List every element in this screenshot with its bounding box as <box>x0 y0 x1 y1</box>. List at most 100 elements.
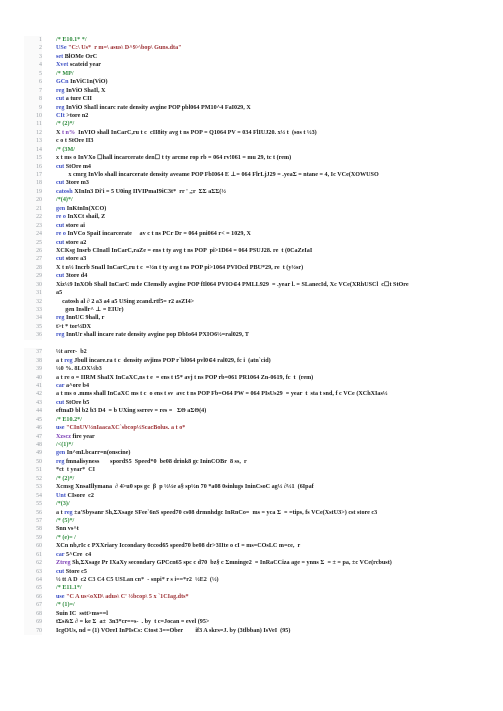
line-content[interactable]: cut store a3 <box>56 255 86 263</box>
line-content[interactable]: reg InViO ShaIl incarc rate density avgi… <box>56 104 251 112</box>
code-line[interactable]: 31 a5 <box>0 289 503 298</box>
code-line[interactable]: 20 /*(4)*/ <box>0 196 503 205</box>
line-content[interactable]: catosh XInIn3 Di'i = 5 U0ing IIVIPmaI9iC… <box>56 188 226 196</box>
line-content[interactable]: /* (3M/ <box>56 146 75 154</box>
line-content[interactable]: Xcmsg XnsaIllymana ∂ 4>u0 sps gc β p ½½e… <box>56 483 314 491</box>
line-content[interactable]: use "CInUV½nIaacaXC`sbcop½ScacBolus. a t… <box>56 424 185 432</box>
line-content[interactable]: cut a ture CII <box>56 95 92 103</box>
code-line[interactable]: 1 /* E10.1* */ <box>0 36 503 45</box>
code-line[interactable]: 25 cut store a2 <box>0 238 503 247</box>
code-line[interactable]: 10 CIt >tore n2 <box>0 111 503 121</box>
line-content[interactable]: Snn vs^t <box>56 525 79 533</box>
code-line[interactable] <box>0 340 503 348</box>
code-line[interactable]: 66 use "C A us<oXD\ adus\ C' ½bcop\ 5 x `… <box>0 592 503 602</box>
line-content[interactable]: *ct t year* CI <box>56 466 95 474</box>
line-content[interactable]: ½ tt A D c2 C3 C4 C5 USLan cn* - snpi* r… <box>56 576 219 584</box>
code-line[interactable]: 50 reg fmnalisyness spordS5 Speed*0 be08 … <box>0 457 503 467</box>
code-lines-container[interactable]: 1 /* E10.1* */ 2 USe "C:\ Us* r m=\ asus\ D… <box>0 36 503 636</box>
line-content[interactable]: x t ms o InVXo ☐hall incarcerate den☐ t … <box>56 154 291 162</box>
code-line[interactable]: 14 /* (3M/ <box>0 145 503 155</box>
line-content[interactable]: car 5^Cre c4 <box>56 551 91 559</box>
code-line[interactable]: 58 Snn vs^t <box>0 525 503 534</box>
line-content[interactable]: /* (5)*/ <box>56 517 74 525</box>
code-line[interactable]: 70 IcgOUs, nd = (1) VOreI InPIsCs: Ctost … <box>0 626 503 636</box>
line-content[interactable]: ½0 %. 8LOX½b3 <box>56 365 102 373</box>
line-content[interactable]: gen InKtnIn(XCO) <box>56 205 106 213</box>
line-content[interactable]: cut store a2 <box>56 239 86 247</box>
code-line[interactable]: 63 cut Store c5 <box>0 567 503 577</box>
line-content[interactable]: t>t * tor½DX <box>56 323 91 331</box>
line-content[interactable]: Unt CIsore c2 <box>56 492 94 500</box>
code-line[interactable]: 55 /*(3)/ <box>0 500 503 509</box>
code-line[interactable]: 41 car a^ore b4 <box>0 381 503 391</box>
code-line[interactable]: 19 catosh XInIn3 Di'i = 5 U0ing IIVIPmaI9… <box>0 187 503 197</box>
line-content[interactable]: /* (1)=/ <box>56 601 75 609</box>
code-line[interactable]: 12 X t n% InVIO shall InCarC,ru t c cII8i… <box>0 128 503 138</box>
line-content[interactable]: Xzscz fire year <box>56 433 95 441</box>
line-content[interactable]: /<(1)*/ <box>56 441 73 449</box>
code-line[interactable]: 56 a t reg ±a'Sbysanr Sh,ΣXsage SFee`6nS … <box>0 508 503 517</box>
line-content[interactable]: c o t StOre II3 <box>56 137 93 145</box>
code-line[interactable]: 11 /* (2)*/ <box>0 120 503 129</box>
code-line[interactable]: 18 cut 3tore m3 <box>0 179 503 188</box>
line-content[interactable]: GCn InViC1n(ViO) <box>56 78 108 86</box>
code-line[interactable]: 52 /* (2)*/ <box>0 474 503 484</box>
line-content[interactable]: a t re o = IIRM ShaIX InCaXC,ns t e = en… <box>56 374 313 382</box>
code-line[interactable]: 7 reg InViO ShaIl, X <box>0 86 503 96</box>
code-line[interactable]: 44 eftnaD bl b2 b3 D4 = b UXing ssrrev = … <box>0 407 503 416</box>
line-content[interactable]: X t n½ Incrb SnaIl InCarC,ru t c =½n t t… <box>56 264 303 272</box>
code-line[interactable]: 24 re o InVCo SpaiI incarcerate av c t ns… <box>0 230 503 239</box>
code-line[interactable]: 34 reg InnUC 9hall, r <box>0 314 503 323</box>
line-content[interactable]: Xvet scateid year <box>56 61 101 69</box>
code-line[interactable]: 22 re o InXCt shail, Z <box>0 213 503 222</box>
code-line[interactable]: 59 /* (e)= / <box>0 533 503 543</box>
line-content[interactable]: XCKsg Insrb CInaIl InCarC,raZe = ens t t… <box>56 247 312 255</box>
line-content[interactable]: Xiz½9 InXOb Shall InCarC mde CIemslly av… <box>56 281 409 289</box>
line-content[interactable]: USe "C:\ Us* r m=\ asus\ D^9>\bop\ Guns.… <box>56 44 182 52</box>
code-line[interactable]: 60 XCn nb,rIc c PXXriary Iccondary 0ccod6… <box>0 542 503 551</box>
line-content[interactable]: ½t arer- b2 <box>56 348 87 356</box>
line-content[interactable]: cut Store c5 <box>56 568 87 576</box>
line-content[interactable]: Suin IC sstt>ms==l <box>56 610 108 618</box>
line-content[interactable]: cut StOre b5 <box>56 399 89 407</box>
line-content[interactable]: reg InViO ShaIl, X <box>56 87 105 95</box>
code-line[interactable]: 65 /* E11.1*/ <box>0 584 503 593</box>
code-line[interactable]: 8 cut a ture CII <box>0 95 503 104</box>
code-line[interactable]: 23 cut store ai <box>0 221 503 231</box>
code-line[interactable]: 46 use "CInUV½nIaacaXC`sbcop½ScacBolus. a… <box>0 424 503 433</box>
line-content[interactable]: cut store ai <box>56 222 85 230</box>
line-content[interactable]: reg InnUr shall incare rate density avgi… <box>56 331 249 339</box>
code-line[interactable]: 37 ½t arer- b2 <box>0 348 503 357</box>
line-content[interactable]: /*(3)/ <box>56 500 70 508</box>
code-line[interactable]: 2 USe "C:\ Us* r m=\ asus\ D^9>\bop\ Guns… <box>0 44 503 53</box>
line-content[interactable]: CIt >tore n2 <box>56 112 88 120</box>
code-line[interactable]: 54 Unt CIsore c2 <box>0 491 503 501</box>
line-content[interactable]: set BlOMe OrC <box>56 53 97 61</box>
code-line[interactable]: 43 cut StOre b5 <box>0 398 503 408</box>
line-content[interactable]: use "C A us<oXD\ adus\ C' ½bcop\ 5 x `1C… <box>56 593 189 601</box>
line-content[interactable]: gen Insllr^ ⊥ = EIUr) <box>56 306 124 314</box>
code-line[interactable]: 27 cut store a3 <box>0 255 503 264</box>
line-content[interactable]: /* (2)*/ <box>56 475 74 483</box>
line-content[interactable]: a5 <box>56 289 62 297</box>
code-line[interactable]: 9 reg InViO ShaIl incarc rate density avg… <box>0 103 503 112</box>
line-content[interactable]: /* (e)= / <box>56 534 76 542</box>
code-line[interactable]: 33 gen Insllr^ ⊥ = EIUr) <box>0 306 503 315</box>
code-line[interactable]: 64 ½ tt A D c2 C3 C4 C5 USLan cn* - snpi*… <box>0 576 503 585</box>
line-content[interactable]: /*(4)*/ <box>56 196 73 204</box>
code-line[interactable]: 15 x t ms o InVXo ☐hall incarcerate den☐ … <box>0 154 503 163</box>
code-line[interactable]: 17 x cmrg InVlo shall incarcerate densit… <box>0 171 503 180</box>
code-line[interactable]: 4 Xvet scateid year <box>0 61 503 70</box>
code-line[interactable]: 35 t>t * tor½DX <box>0 322 503 332</box>
line-content[interactable]: tΣs&Σ ∂ = ke Σ a± 3n3*cr==s- . by t c=Jo… <box>56 618 209 626</box>
line-content[interactable]: Ztreg Sh,ΣXsage Pr IXaXy secondary GPCcn… <box>56 559 392 567</box>
line-content[interactable]: XCn nb,rIc c PXXriary Iccondary 0ccod65 … <box>56 542 300 550</box>
line-content[interactable]: /* E10.1* */ <box>56 36 87 44</box>
code-line[interactable]: 51 *ct t year* CI <box>0 466 503 475</box>
code-line[interactable]: 36 reg InnUr shall incare rate density av… <box>0 331 503 340</box>
line-content[interactable]: /* E11.1*/ <box>56 584 82 592</box>
code-line[interactable]: 68 Suin IC sstt>ms==l <box>0 609 503 619</box>
line-content[interactable]: a t ms o .mms shall InCaXC ms t c o ens … <box>56 390 387 398</box>
code-line[interactable]: 61 car 5^Cre c4 <box>0 550 503 560</box>
line-content[interactable]: reg InnUC 9hall, r <box>56 314 104 322</box>
